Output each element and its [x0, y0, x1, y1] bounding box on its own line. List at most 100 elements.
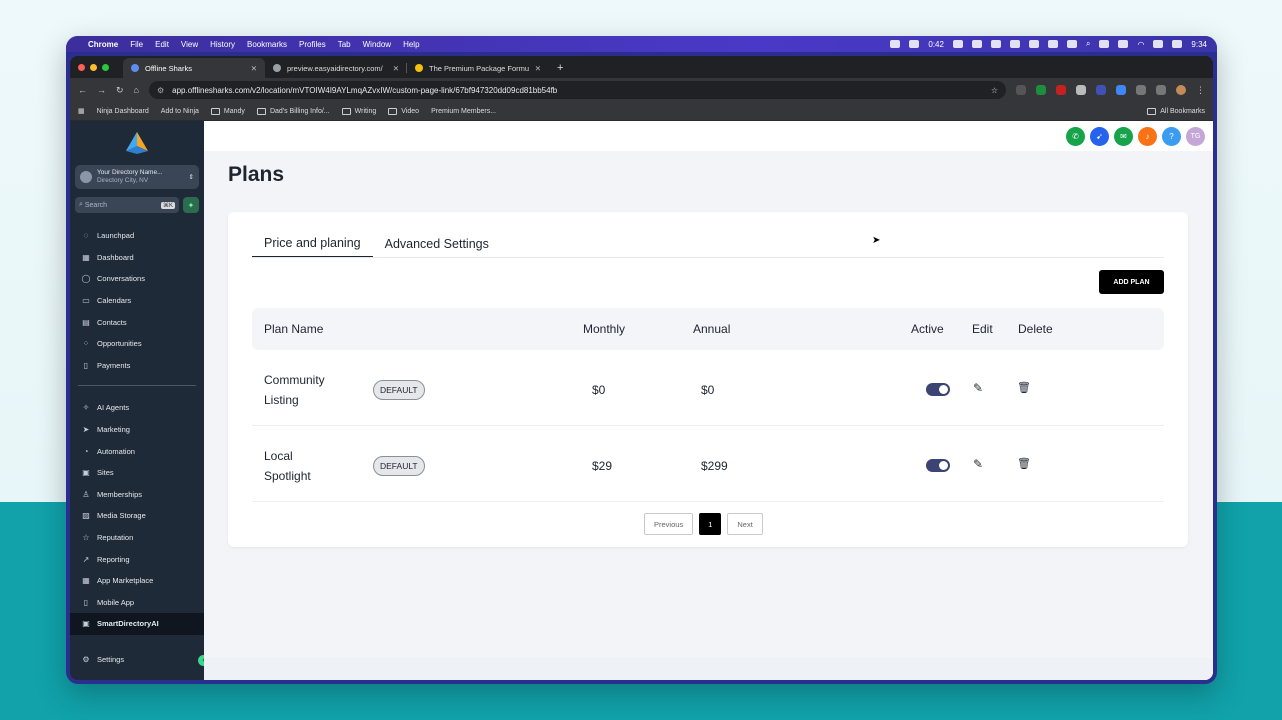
close-tab-icon[interactable]: ✕ [535, 64, 541, 73]
browser-menu-icon[interactable]: ⋮ [1196, 85, 1205, 96]
apps-grid-icon[interactable]: ▦ [78, 107, 85, 115]
site-info-icon[interactable]: ⚙ [157, 86, 164, 95]
sidebar-item-sites[interactable]: ▣ Sites [70, 462, 204, 484]
active-toggle[interactable] [926, 459, 950, 472]
current-page-button[interactable]: 1 [699, 513, 722, 535]
menu-window[interactable]: Window [363, 40, 391, 49]
wifi-icon[interactable]: ◠ [1137, 40, 1144, 49]
bookmark-folder[interactable]: Mandy [210, 107, 245, 115]
status-icon[interactable] [952, 40, 963, 48]
extension-icon[interactable] [1096, 85, 1106, 95]
spotlight-icon[interactable]: ⌕ [1086, 39, 1090, 49]
menu-file[interactable]: File [130, 40, 143, 49]
extension-icon[interactable] [1116, 85, 1126, 95]
extensions-puzzle-icon[interactable] [1136, 85, 1146, 95]
user-avatar[interactable]: TG [1186, 126, 1205, 146]
sidebar-item-reputation[interactable]: ☆ Reputation [70, 527, 204, 549]
all-bookmarks[interactable]: All Bookmarks [1147, 107, 1205, 115]
address-bar[interactable]: ⚙ app.offlinesharks.com/v2/location/mVTO… [148, 81, 1006, 99]
side-panel-icon[interactable] [1156, 85, 1166, 95]
forward-icon[interactable]: → [97, 85, 106, 95]
profile-avatar-icon[interactable] [1176, 85, 1186, 95]
status-icon[interactable] [1047, 40, 1058, 48]
display-icon[interactable] [1028, 40, 1039, 48]
tab-price-and-planing[interactable]: Price and planing [252, 230, 373, 258]
sidebar-item-opportunities[interactable]: ⁘ Opportunities [70, 333, 204, 355]
close-window-icon[interactable] [78, 63, 85, 71]
sidebar-item-mobile-app[interactable]: ▯ Mobile App [70, 592, 204, 614]
status-icon[interactable] [971, 40, 982, 48]
dropbox-icon[interactable] [990, 40, 1001, 48]
browser-tab[interactable]: The Premium Package Formu ✕ [407, 58, 549, 78]
extension-icon[interactable] [1016, 85, 1026, 95]
home-icon[interactable]: ⌂ [134, 85, 139, 95]
sidebar-item-launchpad[interactable]: ◌ Launchpad [70, 225, 204, 247]
sidebar-item-payments[interactable]: ▯ Payments [70, 355, 204, 377]
sidebar-item-conversations[interactable]: ◯ Conversations [70, 268, 204, 290]
menu-history[interactable]: History [210, 40, 235, 49]
sidebar-item-memberships[interactable]: ♙ Memberships [70, 484, 204, 506]
next-page-button[interactable]: Next [727, 513, 763, 535]
sidebar-item-marketing[interactable]: ➤ Marketing [70, 419, 204, 441]
status-icon[interactable] [890, 40, 901, 48]
sidebar-item-settings[interactable]: ⚙ Settings [70, 648, 204, 670]
sidebar-item-ai-agents[interactable]: ✧ AI Agents [70, 397, 204, 419]
delete-trash-icon[interactable]: 🗑 [1017, 381, 1031, 394]
menu-help[interactable]: Help [403, 40, 419, 49]
sidebar-item-media-storage[interactable]: ▨ Media Storage [70, 505, 204, 527]
sidebar-item-dashboard[interactable]: ▦ Dashboard [70, 247, 204, 269]
browser-tab[interactable]: Offline Sharks ✕ [123, 58, 265, 78]
sidebar-item-automation[interactable]: ◔ Automation [70, 440, 204, 462]
menu-tab[interactable]: Tab [338, 40, 351, 49]
close-tab-icon[interactable]: ✕ [251, 64, 257, 73]
account-switcher[interactable]: Your Directory Name... Directory City, N… [75, 165, 199, 189]
add-plan-button[interactable]: ADD PLAN [1099, 270, 1164, 294]
battery-icon[interactable] [1153, 40, 1164, 48]
control-center-icon[interactable] [1172, 40, 1183, 48]
url-text[interactable]: app.offlinesharks.com/v2/location/mVTOIW… [172, 86, 557, 95]
status-icon[interactable] [1066, 40, 1077, 48]
sidebar-item-smartdirectoryai[interactable]: ▣ SmartDirectoryAI [70, 613, 204, 635]
menu-view[interactable]: View [181, 40, 198, 49]
bookmark-folder[interactable]: Dad's Billing Info/... [256, 107, 330, 115]
reload-icon[interactable]: ↻ [116, 85, 124, 96]
timer-readout[interactable]: 0:42 [928, 40, 944, 49]
search-input[interactable]: ⌕ Search ⌘K [75, 197, 179, 213]
menu-bookmarks[interactable]: Bookmarks [247, 40, 287, 49]
menu-chrome[interactable]: Chrome [88, 40, 118, 49]
bookmark-item[interactable]: Add to Ninja [161, 108, 199, 115]
previous-page-button[interactable]: Previous [644, 513, 694, 535]
bookmark-star-icon[interactable]: ☆ [991, 86, 998, 95]
menu-edit[interactable]: Edit [155, 40, 169, 49]
extension-icon[interactable] [1076, 85, 1086, 95]
edit-pencil-icon[interactable]: ✎ [973, 457, 983, 471]
notifications-bell-icon[interactable]: ♪ [1138, 126, 1157, 146]
bookmark-folder[interactable]: Writing [341, 107, 376, 115]
bookmark-folder[interactable]: Video [388, 107, 419, 115]
clock[interactable]: 9:34 [1191, 40, 1207, 49]
sidebar-item-reporting[interactable]: ↗ Reporting [70, 548, 204, 570]
quick-action-button[interactable]: ✦ [183, 197, 199, 213]
bookmark-item[interactable]: Premium Members... [431, 108, 496, 115]
maximize-window-icon[interactable] [102, 63, 109, 71]
sidebar-item-calendars[interactable]: ▭ Calendars [70, 290, 204, 312]
close-tab-icon[interactable]: ✕ [393, 64, 399, 73]
menu-profiles[interactable]: Profiles [299, 40, 326, 49]
edit-pencil-icon[interactable]: ✎ [973, 381, 983, 395]
extension-icon[interactable] [1056, 85, 1066, 95]
status-icon[interactable] [1118, 40, 1129, 48]
brand-logo[interactable] [70, 121, 204, 165]
browser-tab[interactable]: preview.easyaidirectory.com/ ✕ [265, 58, 407, 78]
sidebar-item-contacts[interactable]: ▤ Contacts [70, 311, 204, 333]
back-icon[interactable]: ← [78, 85, 87, 95]
delete-trash-icon[interactable]: 🗑 [1017, 457, 1031, 470]
phone-icon[interactable]: ✆ [1066, 126, 1085, 146]
status-icon[interactable] [1099, 40, 1110, 48]
new-tab-button[interactable]: + [549, 58, 571, 78]
megaphone-icon[interactable]: ➹ [1090, 126, 1109, 146]
sidebar-item-app-marketplace[interactable]: ▦ App Marketplace [70, 570, 204, 592]
bookmark-item[interactable]: Ninja Dashboard [97, 108, 149, 115]
active-toggle[interactable] [926, 383, 950, 396]
help-button[interactable]: ? [1162, 126, 1181, 146]
announcements-icon[interactable]: ✉ [1114, 126, 1133, 146]
